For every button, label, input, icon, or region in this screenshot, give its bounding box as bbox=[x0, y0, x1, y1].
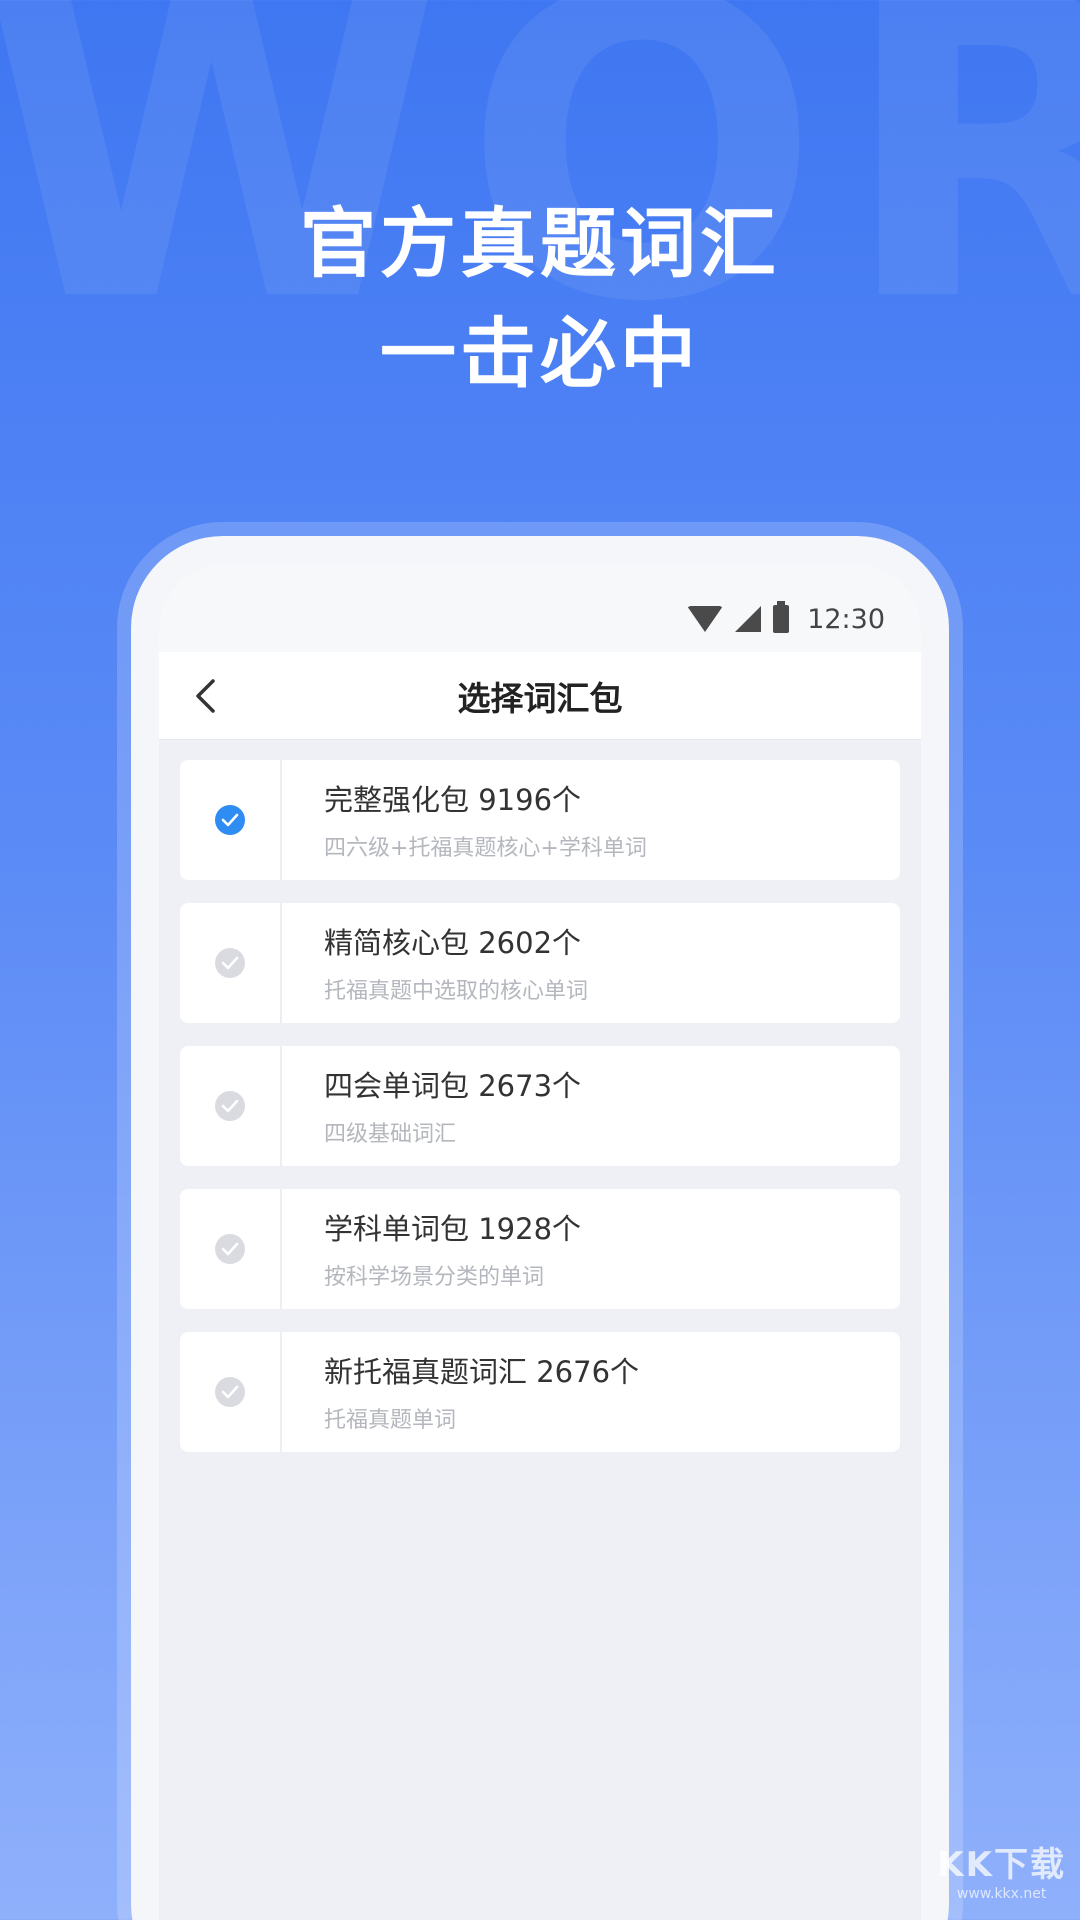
page-title: 选择词汇包 bbox=[457, 678, 623, 718]
package-title: 新托福真题词汇 2676个 bbox=[324, 1355, 640, 1389]
watermark-logo-text: KK下载 bbox=[937, 1845, 1066, 1885]
check-circle-icon[interactable] bbox=[215, 1377, 245, 1407]
promo-headline-line1: 官方真题词汇 bbox=[300, 199, 780, 288]
package-item-toefl[interactable]: 新托福真题词汇 2676个 托福真题单词 bbox=[180, 1332, 900, 1452]
package-subtitle: 四六级+托福真题核心+学科单词 bbox=[324, 836, 647, 861]
promo-headline-line2: 一击必中 bbox=[380, 309, 700, 398]
package-item-subject[interactable]: 学科单词包 1928个 按科学场景分类的单词 bbox=[180, 1189, 900, 1309]
check-circle-icon[interactable] bbox=[215, 1234, 245, 1264]
nav-bar: 选择词汇包 bbox=[159, 652, 921, 740]
package-item-complete[interactable]: 完整强化包 9196个 四六级+托福真题核心+学科单词 bbox=[180, 760, 900, 880]
package-item-cet4[interactable]: 四会单词包 2673个 四级基础词汇 bbox=[180, 1046, 900, 1166]
package-subtitle: 托福真题单词 bbox=[324, 1408, 457, 1433]
checkbox-cell[interactable] bbox=[180, 903, 282, 1023]
package-subtitle: 托福真题中选取的核心单词 bbox=[324, 979, 589, 1004]
package-title: 精简核心包 2602个 bbox=[324, 926, 582, 960]
package-list: 完整强化包 9196个 四六级+托福真题核心+学科单词 精简核心包 2602个 … bbox=[159, 740, 921, 1452]
checkbox-cell[interactable] bbox=[180, 1332, 282, 1452]
package-subtitle: 四级基础词汇 bbox=[324, 1122, 457, 1147]
check-circle-icon[interactable] bbox=[215, 805, 245, 835]
checkbox-cell[interactable] bbox=[180, 1189, 282, 1309]
watermark: KK下载 www.kkx.net bbox=[937, 1837, 1066, 1902]
checkbox-cell[interactable] bbox=[180, 1046, 282, 1166]
phone-mockup: 12:30 选择词汇包 完整强化包 9196个 四六级+托福真题核心+学科单词 bbox=[131, 536, 949, 1920]
package-title: 完整强化包 9196个 bbox=[324, 783, 582, 817]
checkbox-cell[interactable] bbox=[180, 760, 282, 880]
package-subtitle: 按科学场景分类的单词 bbox=[324, 1265, 545, 1290]
status-bar: 12:30 bbox=[159, 564, 921, 652]
check-circle-icon[interactable] bbox=[215, 1091, 245, 1121]
battery-icon bbox=[773, 601, 790, 633]
back-button[interactable] bbox=[185, 674, 225, 718]
package-title: 学科单词包 1928个 bbox=[324, 1212, 582, 1246]
package-item-core[interactable]: 精简核心包 2602个 托福真题中选取的核心单词 bbox=[180, 903, 900, 1023]
watermark-url: www.kkx.net bbox=[956, 1886, 1047, 1902]
wifi-icon bbox=[687, 606, 724, 632]
cellular-signal-icon bbox=[735, 606, 762, 632]
package-title: 四会单词包 2673个 bbox=[324, 1069, 582, 1103]
status-time: 12:30 bbox=[807, 603, 885, 635]
app-screen: 12:30 选择词汇包 完整强化包 9196个 四六级+托福真题核心+学科单词 bbox=[159, 564, 921, 1920]
check-circle-icon[interactable] bbox=[215, 948, 245, 978]
chevron-left-icon bbox=[196, 679, 215, 713]
